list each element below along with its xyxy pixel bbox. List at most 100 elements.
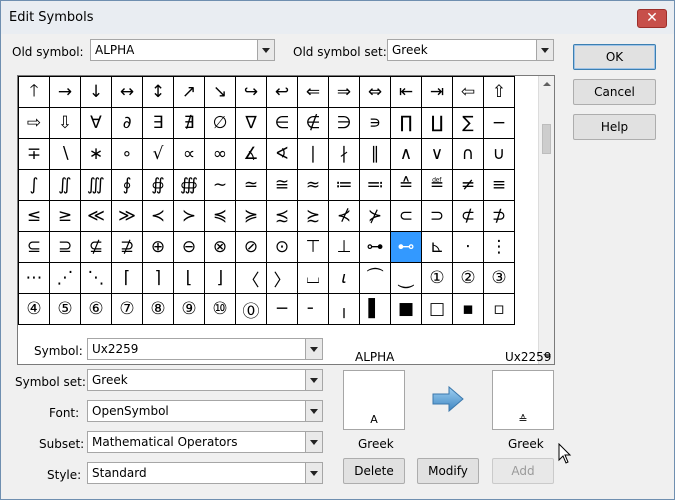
symbol-cell[interactable]: ∐ — [421, 107, 453, 139]
symbol-cell[interactable]: ∓ — [18, 138, 50, 170]
symbol-cell[interactable]: ⇒ — [328, 76, 360, 108]
scroll-up-icon[interactable] — [543, 82, 551, 86]
symbol-cell[interactable]: 🡑 — [18, 76, 50, 108]
symbol-cell[interactable]: − — [483, 107, 515, 139]
symbol-cell[interactable]: ≥ — [49, 200, 81, 232]
symbol-combo[interactable]: Ux2259 — [87, 338, 323, 360]
symbol-cell[interactable]: ≈ — [297, 169, 329, 201]
symbol-cell[interactable]: ∖ — [49, 138, 81, 170]
ok-button[interactable]: OK — [573, 44, 656, 70]
symbol-cell[interactable]: ⇨ — [18, 107, 50, 139]
symbol-cell[interactable]: ↩ — [266, 76, 298, 108]
symbol-cell[interactable]: □ — [421, 293, 453, 325]
symbol-cell[interactable]: ≪ — [80, 200, 112, 232]
symbol-cell[interactable]: ⌴ — [297, 262, 329, 294]
subset-combo[interactable]: Mathematical Operators — [87, 431, 323, 453]
symbol-cell[interactable]: ∀ — [80, 107, 112, 139]
symbol-cell[interactable]: ⌉ — [142, 262, 174, 294]
symbol-cell[interactable]: ∉ — [297, 107, 329, 139]
symbol-cell[interactable]: ∥ — [359, 138, 391, 170]
symbol-cell[interactable]: ↗ — [173, 76, 205, 108]
symbol-cell[interactable]: ∮ — [111, 169, 143, 201]
symbol-cell[interactable]: ≤ — [18, 200, 50, 232]
symbol-cell[interactable]: ∅ — [204, 107, 236, 139]
symbol-cell[interactable]: √ — [142, 138, 174, 170]
symbol-cell[interactable]: ≽ — [235, 200, 267, 232]
font-combo[interactable]: OpenSymbol — [87, 400, 323, 422]
symbol-cell[interactable]: ∑ — [452, 107, 484, 139]
grid-scrollbar[interactable] — [538, 76, 554, 364]
symbol-cell[interactable]: ⊅ — [483, 200, 515, 232]
symbol-cell[interactable]: ╷ — [328, 293, 360, 325]
modify-button[interactable]: Modify — [417, 458, 479, 484]
chevron-down-icon[interactable] — [305, 370, 322, 390]
symbol-cell[interactable]: 𝜄 — [328, 262, 360, 294]
symbol-cell[interactable]: ∗ — [80, 138, 112, 170]
symbol-cell[interactable]: ∘ — [111, 138, 143, 170]
symbol-cell[interactable]: ⇔ — [359, 76, 391, 108]
symbol-cell[interactable]: ⌊ — [173, 262, 205, 294]
symbol-cell[interactable]: ⑦ — [111, 293, 143, 325]
symbol-cell[interactable]: ≃ — [235, 169, 267, 201]
symbol-cell[interactable]: ⇥ — [421, 76, 453, 108]
symbol-cell[interactable]: ≾ — [266, 200, 298, 232]
symbol-cell[interactable]: ⊄ — [452, 200, 484, 232]
symbol-cell[interactable]: ⇧ — [483, 76, 515, 108]
chevron-down-icon[interactable] — [305, 432, 322, 452]
symbol-cell[interactable]: ↘ — [204, 76, 236, 108]
symbol-cell[interactable]: ④ — [18, 293, 50, 325]
symbol-cell[interactable]: ⑧ — [142, 293, 174, 325]
close-button[interactable]: ✕ — [637, 9, 667, 28]
old-symbol-set-combo[interactable]: Greek — [387, 39, 554, 61]
symbol-cell[interactable]: ⊆ — [18, 231, 50, 263]
symbol-cell[interactable]: ⊙ — [266, 231, 298, 263]
symbol-cell[interactable]: ⊤ — [297, 231, 329, 263]
symbol-cell[interactable]: ∣ — [297, 138, 329, 170]
symbol-cell[interactable]: ⏝ — [390, 262, 422, 294]
symbol-cell[interactable]: ⋱ — [80, 262, 112, 294]
symbol-cell[interactable]: ① — [421, 262, 453, 294]
old-symbol-combo[interactable]: ALPHA — [90, 39, 275, 61]
symbol-cell[interactable]: ⏜ — [359, 262, 391, 294]
symbol-cell[interactable]: ⌋ — [204, 262, 236, 294]
symbol-cell[interactable]: ↔ — [111, 76, 143, 108]
symbol-cell[interactable]: ⊥ — [328, 231, 360, 263]
symbol-cell[interactable]: ⊀ — [328, 200, 360, 232]
symbol-cell[interactable]: ⑨ — [173, 293, 205, 325]
symbol-table[interactable]: 🡑 → ↓ ↔ ↕ ↗ ↘ ↪ ↩ ⇐ ⇒ ⇔ ⇤ ⇥ ⇦ ⇧ ⇨ ⇩ ∀ ∂ ∃ ∄ ∅ ∇ ∈ ∉ ∋ ∍ ∏ ∐ ∑ − ∓ ∖ ∗ ∘ √ ∝ ∞ ∡… — [18, 76, 515, 325]
symbol-cell[interactable]: ⊷ — [390, 231, 422, 263]
symbol-cell[interactable]: ■ — [390, 293, 422, 325]
symbol-cell[interactable]: ∫ — [18, 169, 50, 201]
symbol-cell[interactable]: ≼ — [204, 200, 236, 232]
symbol-cell[interactable]: ↓ — [80, 76, 112, 108]
add-button[interactable]: Add — [492, 458, 554, 484]
symbol-cell[interactable]: ▪ — [452, 293, 484, 325]
symbol-grid[interactable]: 🡑 → ↓ ↔ ↕ ↗ ↘ ↪ ↩ ⇐ ⇒ ⇔ ⇤ ⇥ ⇦ ⇧ ⇨ ⇩ ∀ ∂ ∃ ∄ ∅ ∇ ∈ ∉ ∋ ∍ ∏ ∐ ∑ − ∓ ∖ ∗ ∘ √ ∝ ∞ ∡… — [17, 75, 555, 365]
chevron-down-icon[interactable] — [305, 463, 322, 483]
symbol-cell[interactable]: ∏ — [390, 107, 422, 139]
symbol-cell[interactable]: ▌ — [359, 293, 391, 325]
symbol-cell[interactable]: ∰ — [173, 169, 205, 201]
symbol-cell[interactable]: ≙ — [390, 169, 422, 201]
symbol-cell[interactable]: ∪ — [483, 138, 515, 170]
symbol-cell[interactable]: ∃ — [142, 107, 174, 139]
symbol-cell[interactable]: ∝ — [173, 138, 205, 170]
help-button[interactable]: Help — [573, 114, 656, 140]
symbol-cell[interactable]: 〈 — [235, 262, 267, 294]
symbol-cell[interactable]: ⌈ — [111, 262, 143, 294]
symbol-cell[interactable]: ∩ — [452, 138, 484, 170]
symbol-cell[interactable]: ∤ — [328, 138, 360, 170]
symbol-cell[interactable]: ⑤ — [49, 293, 81, 325]
symbol-cell[interactable]: ⊁ — [359, 200, 391, 232]
symbol-cell[interactable]: ⇐ — [297, 76, 329, 108]
symbol-cell[interactable]: ⊾ — [421, 231, 453, 263]
cancel-button[interactable]: Cancel — [573, 79, 656, 105]
symbol-cell[interactable]: 〉 — [266, 262, 298, 294]
symbol-cell[interactable]: ⊗ — [204, 231, 236, 263]
symbol-cell[interactable]: ③ — [483, 262, 515, 294]
symbol-cell[interactable]: ╴ — [297, 293, 329, 325]
symbol-cell[interactable]: ⊃ — [421, 200, 453, 232]
symbol-cell[interactable]: ⊈ — [80, 231, 112, 263]
symbol-cell[interactable]: ⑩ — [204, 293, 236, 325]
symbol-cell[interactable]: ⇤ — [390, 76, 422, 108]
